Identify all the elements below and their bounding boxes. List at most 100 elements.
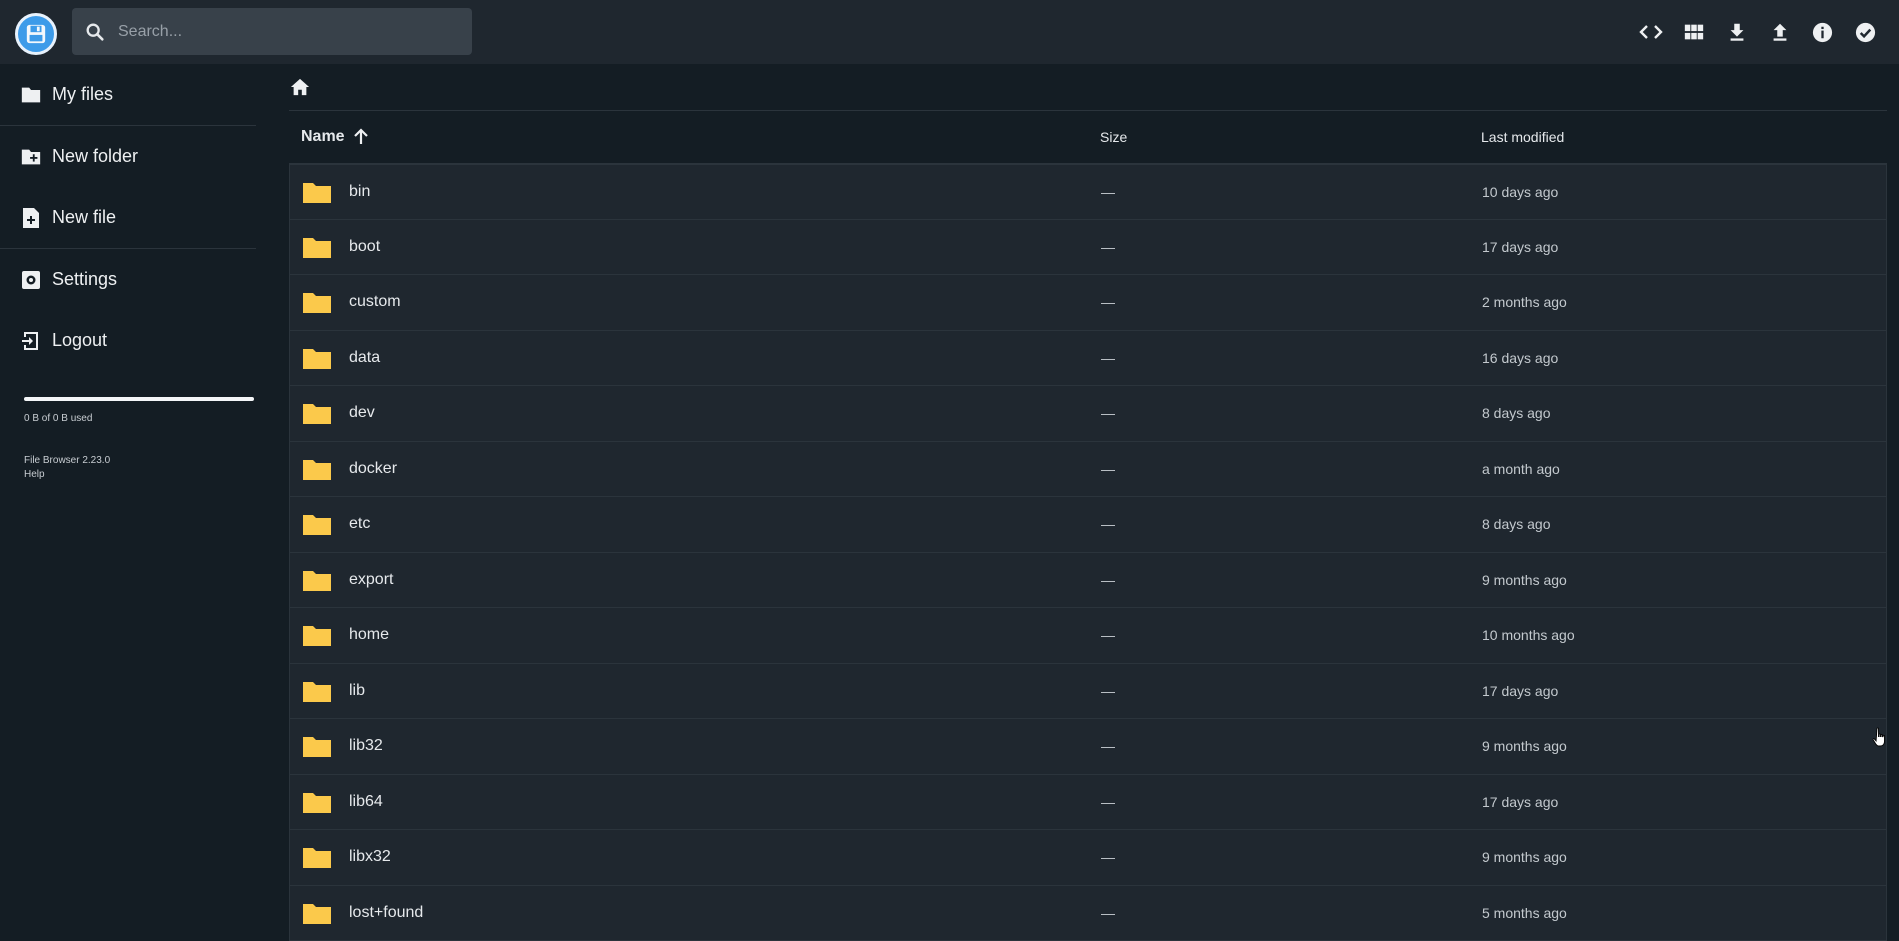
sidebar-item-label: My files: [52, 84, 113, 105]
sidebar-item-my-files[interactable]: My files: [0, 64, 256, 125]
file-size: —: [1101, 461, 1482, 477]
file-name: etc: [349, 515, 370, 533]
top-bar: [0, 0, 1899, 64]
table-row[interactable]: data—16 days ago: [289, 331, 1887, 387]
credits: File Browser 2.23.0 Help: [0, 454, 256, 482]
file-name-cell: export: [290, 568, 1101, 592]
usage-text: 0 B of 0 B used: [24, 413, 232, 424]
file-modified: 8 days ago: [1482, 405, 1886, 421]
file-listing: Name Size Last modified bin—10 days agob…: [289, 64, 1887, 926]
info-button[interactable]: [1801, 11, 1844, 54]
sidebar-item-settings[interactable]: Settings: [0, 249, 256, 310]
folder-icon: [302, 290, 332, 314]
header-actions: [1629, 0, 1899, 64]
code-button[interactable]: [1629, 11, 1672, 54]
folder-icon: [302, 623, 332, 647]
file-name: export: [349, 571, 393, 589]
sidebar-item-label: New file: [52, 207, 116, 228]
file-size: —: [1101, 683, 1482, 699]
file-modified: 10 days ago: [1482, 184, 1886, 200]
home-icon[interactable]: [289, 77, 311, 97]
table-row[interactable]: lib64—17 days ago: [289, 775, 1887, 831]
settings-icon: [20, 269, 42, 291]
table-row[interactable]: export—9 months ago: [289, 553, 1887, 609]
file-name-cell: lost+found: [290, 901, 1101, 925]
file-name-cell: data: [290, 346, 1101, 370]
folder-icon: [302, 512, 332, 536]
search-icon: [84, 21, 106, 43]
folder-icon: [302, 457, 332, 481]
file-name: bin: [349, 183, 370, 201]
file-name: dev: [349, 404, 375, 422]
help-link[interactable]: Help: [24, 468, 232, 482]
table-row[interactable]: home—10 months ago: [289, 608, 1887, 664]
sort-by-modified[interactable]: Last modified: [1481, 129, 1887, 145]
select-button[interactable]: [1844, 11, 1887, 54]
file-name-cell: libx32: [290, 845, 1101, 869]
file-name: boot: [349, 238, 380, 256]
file-name: libx32: [349, 848, 391, 866]
file-size: —: [1101, 184, 1482, 200]
upload-icon: [1769, 21, 1791, 43]
file-name-cell: bin: [290, 180, 1101, 204]
sidebar-item-label: New folder: [52, 146, 138, 167]
search-input[interactable]: [116, 22, 456, 42]
file-modified: 5 months ago: [1482, 905, 1886, 921]
table-row[interactable]: dev —8 days ago: [289, 386, 1887, 442]
folder-icon: [302, 679, 332, 703]
file-name-cell: lib32: [290, 734, 1101, 758]
file-modified: 2 months ago: [1482, 294, 1886, 310]
grid-view-button[interactable]: [1672, 11, 1715, 54]
table-row[interactable]: etc —8 days ago: [289, 497, 1887, 553]
sort-by-name[interactable]: Name: [289, 127, 1100, 147]
info-icon: [1811, 21, 1834, 44]
file-modified: 8 days ago: [1482, 516, 1886, 532]
file-size: —: [1101, 572, 1482, 588]
file-size: —: [1101, 350, 1482, 366]
usage-progress-bar: [24, 397, 254, 401]
table-row[interactable]: boot—17 days ago: [289, 220, 1887, 276]
version-link[interactable]: File Browser 2.23.0: [24, 454, 232, 468]
file-modified: 17 days ago: [1482, 239, 1886, 255]
file-name-cell: home: [290, 623, 1101, 647]
file-size: —: [1101, 738, 1482, 754]
app-logo[interactable]: [15, 13, 57, 55]
table-row[interactable]: custom—2 months ago: [289, 275, 1887, 331]
file-modified: 10 months ago: [1482, 627, 1886, 643]
file-name: lib32: [349, 737, 383, 755]
note-add-icon: [20, 207, 42, 229]
list-header: Name Size Last modified: [289, 111, 1887, 163]
upload-button[interactable]: [1758, 11, 1801, 54]
file-size: —: [1101, 294, 1482, 310]
file-modified: 16 days ago: [1482, 350, 1886, 366]
table-row[interactable]: lib—17 days ago: [289, 664, 1887, 720]
folder-icon: [302, 568, 332, 592]
file-name-cell: boot: [290, 235, 1101, 259]
sidebar-item-new-file[interactable]: New file: [0, 187, 256, 248]
file-size: —: [1101, 405, 1482, 421]
sidebar-item-logout[interactable]: Logout: [0, 310, 256, 371]
table-row[interactable]: libx32—9 months ago: [289, 830, 1887, 886]
table-row[interactable]: lib32—9 months ago: [289, 719, 1887, 775]
sidebar-item-new-folder[interactable]: New folder: [0, 126, 256, 187]
download-button[interactable]: [1715, 11, 1758, 54]
file-name: lost+found: [349, 904, 423, 922]
table-row[interactable]: lost+found—5 months ago: [289, 886, 1887, 941]
hand-cursor-icon: [1872, 727, 1888, 749]
search-box[interactable]: [72, 8, 472, 55]
folder-icon: [302, 734, 332, 758]
breadcrumb: [289, 64, 1887, 111]
file-size: —: [1101, 516, 1482, 532]
grid-view-icon: [1683, 21, 1705, 43]
folder-icon: [302, 845, 332, 869]
file-size: —: [1101, 794, 1482, 810]
sidebar: My files New folder New file: [0, 64, 256, 926]
floppy-disk-icon: [25, 23, 47, 45]
sort-by-size[interactable]: Size: [1100, 129, 1481, 145]
storage-usage: 0 B of 0 B used: [0, 397, 256, 424]
file-name-cell: dev: [290, 401, 1101, 425]
file-name: home: [349, 626, 389, 644]
download-icon: [1726, 21, 1748, 43]
table-row[interactable]: docker—a month ago: [289, 442, 1887, 498]
table-row[interactable]: bin —10 days ago: [289, 164, 1887, 220]
